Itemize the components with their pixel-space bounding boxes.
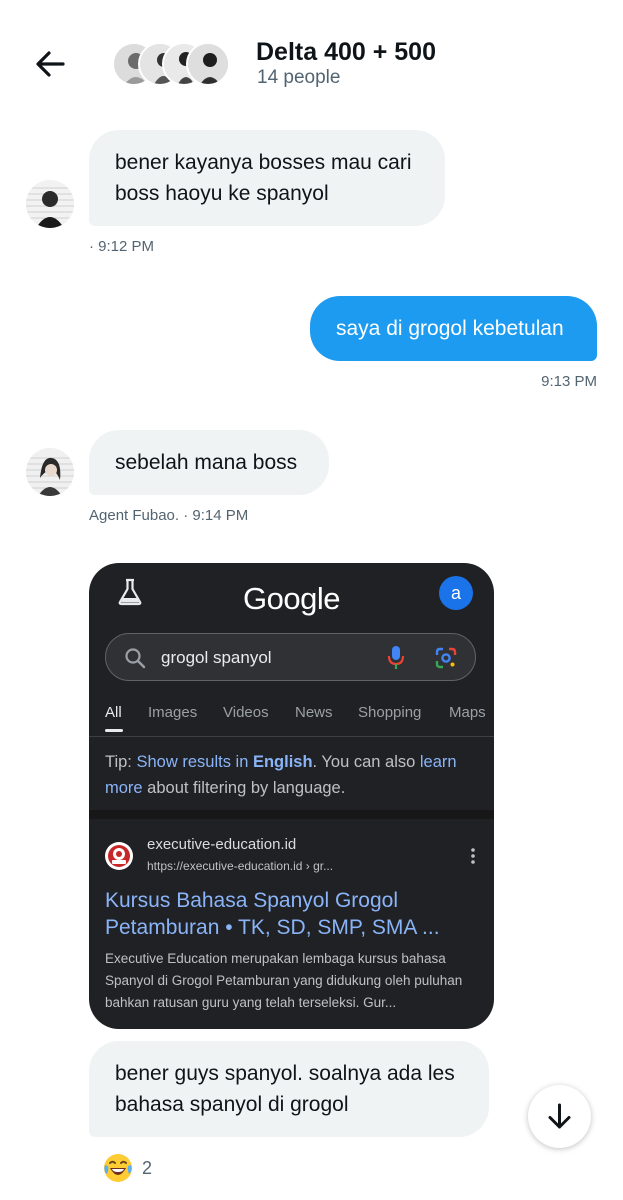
tab-shopping: Shopping <box>358 704 422 721</box>
result-title: Kursus Bahasa Spanyol Grogol Petamburan … <box>105 889 440 939</box>
message-timestamp: · 9:12 PM <box>89 238 155 255</box>
reaction-count: 2 <box>142 1157 153 1178</box>
google-logo: Google <box>243 581 340 616</box>
tip-link-bold: English <box>252 753 313 771</box>
message-text: sebelah mana boss <box>115 451 298 474</box>
member-avatar <box>186 42 230 86</box>
message-bubble-outgoing[interactable]: saya di grogol kebetulan <box>310 296 597 361</box>
tab-images: Images <box>148 704 198 721</box>
tip-prefix: Tip: <box>105 753 137 771</box>
microphone-icon <box>387 646 405 669</box>
message-bubble[interactable]: bener kayanya bosses mau cari boss haoyu… <box>89 130 445 226</box>
message-sender-timestamp: Agent Fubao. · 9:14 PM <box>89 507 249 524</box>
tab-news: News <box>295 704 333 721</box>
divider <box>89 736 494 737</box>
sender-avatar[interactable] <box>26 180 74 228</box>
tip-link: Show results in <box>136 753 253 771</box>
message-bubble[interactable]: sebelah mana boss <box>89 430 329 495</box>
search-bar: grogol spanyol <box>105 633 476 681</box>
message-text-line: bener kayanya bosses mau cari <box>115 151 412 174</box>
sender-avatar[interactable] <box>26 448 74 496</box>
tab-videos: Videos <box>223 704 269 721</box>
active-tab-indicator <box>105 729 123 732</box>
group-avatar-stack[interactable] <box>112 42 232 88</box>
result-snippet: Executive Education merupakan lembaga ku… <box>105 951 463 1010</box>
message-text-line: boss haoyu ke spanyol <box>115 182 329 205</box>
message-text-line: bener guys spanyol. soalnya ada les <box>115 1062 455 1085</box>
account-avatar: a <box>439 576 473 610</box>
tab-maps: Maps <box>449 704 486 721</box>
message-timestamp: 9:13 PM <box>541 373 597 390</box>
language-tip: Tip: Show results in English. You can al… <box>105 749 480 801</box>
site-favicon <box>105 842 133 870</box>
message-text-line: bahasa spanyol di grogol <box>115 1093 349 1116</box>
search-tabs: All Images Videos News Shopping Maps <box>105 704 494 734</box>
google-lens-icon <box>435 647 457 669</box>
image-attachment[interactable]: Google a grogol spanyol All Images Video… <box>89 563 494 1029</box>
search-query: grogol spanyol <box>161 648 272 667</box>
message-text: saya di grogol kebetulan <box>336 317 564 340</box>
arrow-left-icon <box>36 51 65 77</box>
more-options-icon <box>471 848 475 864</box>
laughing-emoji-icon <box>104 1154 132 1182</box>
conversation-title[interactable]: Delta 400 + 500 <box>256 38 436 67</box>
tip-suffix: about filtering by language. <box>142 779 346 797</box>
member-count[interactable]: 14 people <box>257 67 340 89</box>
result-url: https://executive-education.id › gr... <box>147 859 334 873</box>
result-site-name: executive-education.id <box>147 836 297 853</box>
tab-all: All <box>105 704 122 721</box>
scroll-to-bottom-button[interactable] <box>528 1085 591 1148</box>
section-separator <box>89 810 494 819</box>
back-button[interactable] <box>30 46 70 82</box>
arrow-down-icon <box>548 1103 571 1129</box>
message-bubble[interactable]: bener guys spanyol. soalnya ada les baha… <box>89 1041 489 1137</box>
search-icon <box>125 648 146 669</box>
tip-middle: . You can also <box>312 753 420 771</box>
message-reaction[interactable]: 2 <box>102 1152 152 1184</box>
